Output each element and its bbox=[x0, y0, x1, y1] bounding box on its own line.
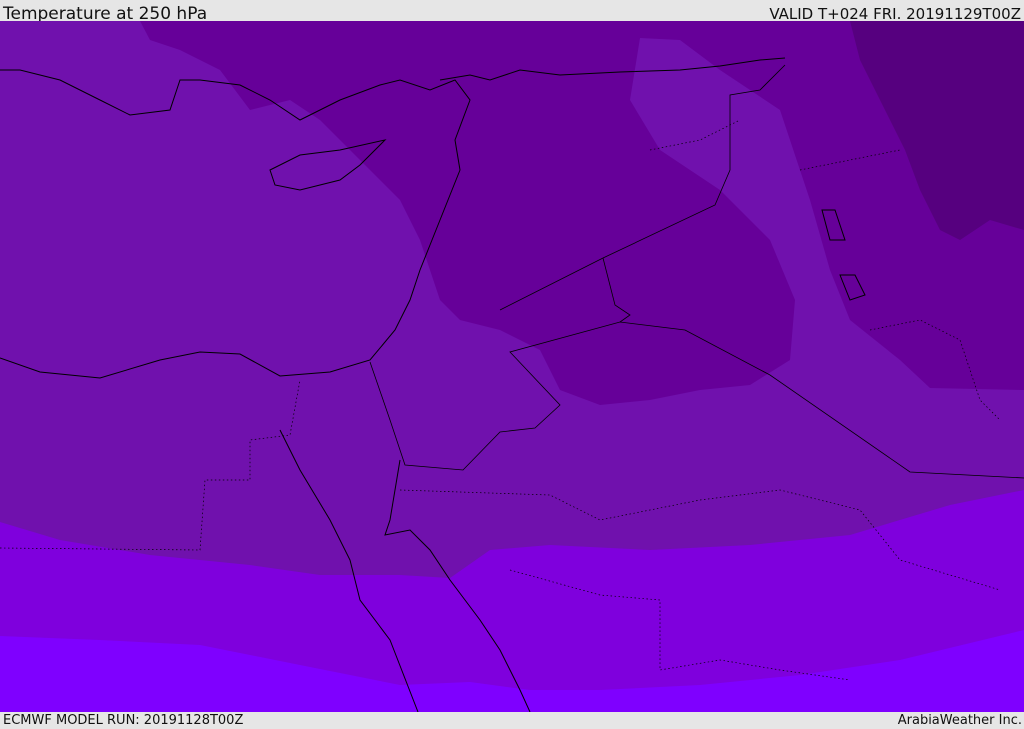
model-run: ECMWF MODEL RUN: 20191128T00Z bbox=[3, 713, 244, 728]
temperature-map bbox=[0, 21, 1024, 712]
footer-bar: ECMWF MODEL RUN: 20191128T00Z ArabiaWeat… bbox=[0, 712, 1024, 729]
brand-credit: ArabiaWeather Inc. bbox=[897, 713, 1022, 728]
header-bar: Temperature at 250 hPa VALID T+024 FRI. … bbox=[0, 0, 1024, 24]
